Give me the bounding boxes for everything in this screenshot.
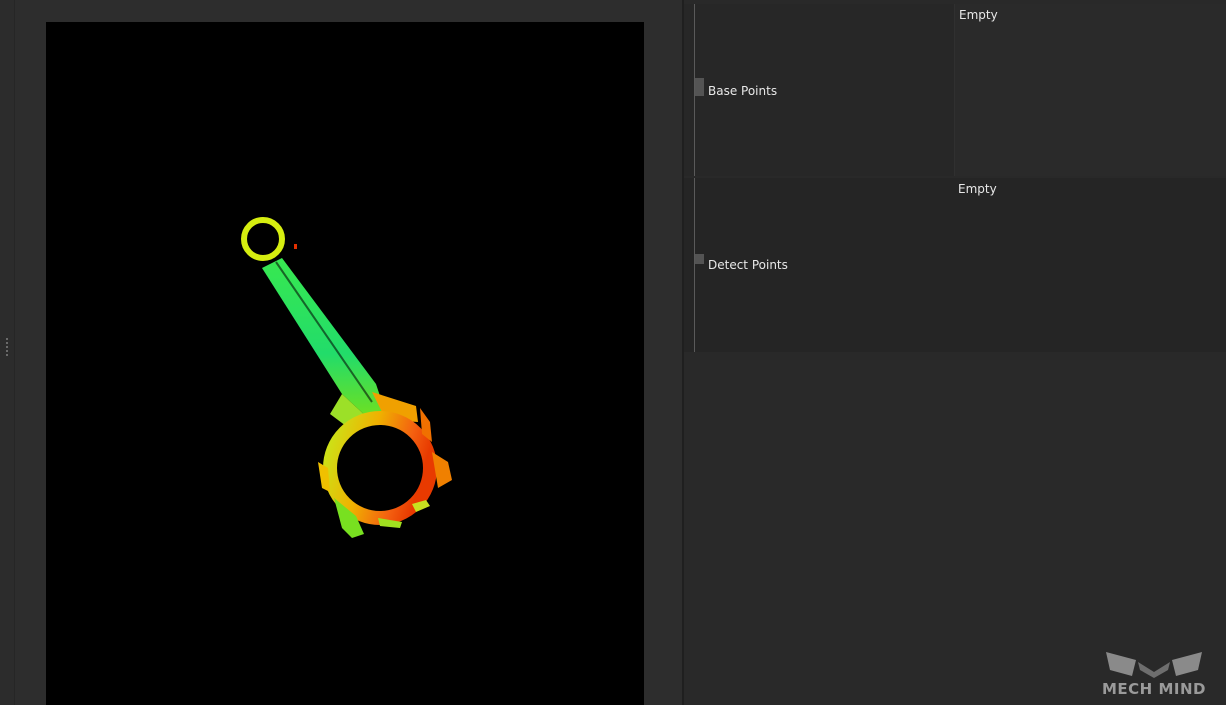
small-end-ring [244,220,282,258]
property-label: Base Points [708,84,777,98]
property-value: Empty [959,8,998,22]
noise-point [294,244,297,249]
property-row-detect-points[interactable]: Detect Points Empty [684,178,1226,352]
connecting-rod-point-cloud [46,22,644,705]
point-cloud-viewer[interactable] [46,22,644,705]
row-handle[interactable] [695,254,704,264]
properties-panel: Base Points Empty Detect Points Empty [684,0,1226,705]
tree-line [694,178,695,352]
property-value-cell[interactable]: Empty [954,4,1226,176]
splitter-grip[interactable] [6,338,10,356]
property-row-base-points[interactable]: Base Points Empty [684,4,1226,176]
logo-text: MECH MIND [1086,680,1222,698]
property-value: Empty [958,182,997,196]
mech-mind-logo-icon [1086,650,1222,680]
property-value-cell[interactable]: Empty [954,178,1226,352]
mech-mind-logo: MECH MIND [1086,650,1222,698]
left-gutter [0,0,15,705]
big-end-ring [330,418,430,518]
row-handle[interactable] [695,78,704,96]
property-label: Detect Points [708,258,788,272]
